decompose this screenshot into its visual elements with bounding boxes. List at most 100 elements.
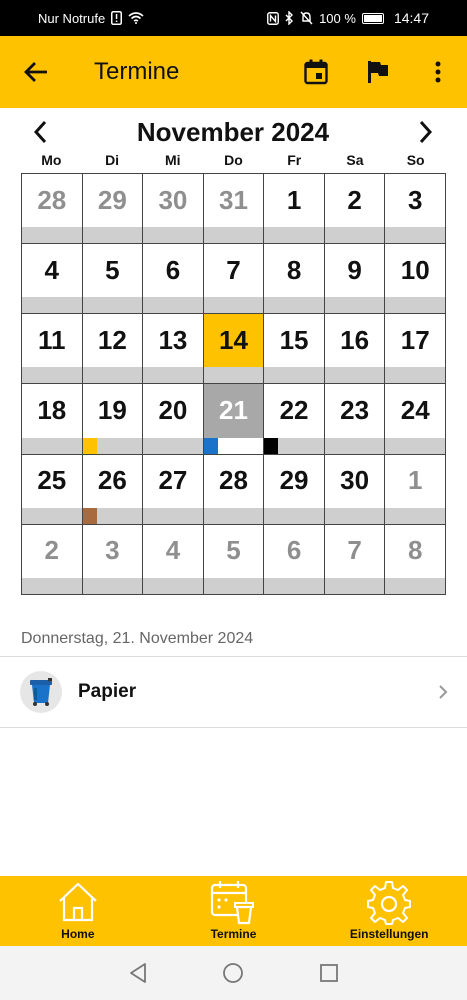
- calendar-day-cell[interactable]: 10: [385, 244, 446, 315]
- calendar-day-cell[interactable]: 5: [203, 524, 265, 595]
- calendar-day-cell[interactable]: 17: [385, 314, 446, 385]
- calendar-day-cell[interactable]: 21: [203, 384, 265, 455]
- calendar-day-cell[interactable]: 13: [143, 314, 204, 385]
- page-title: Termine: [94, 58, 180, 85]
- calendar-day-cell[interactable]: 7: [324, 524, 386, 595]
- day-number: 9: [347, 254, 362, 285]
- calendar-day-cell[interactable]: 2: [22, 524, 83, 595]
- weekday-label: So: [406, 152, 425, 168]
- event-strip: [22, 437, 82, 454]
- system-home-button[interactable]: [213, 953, 253, 993]
- day-number: 15: [279, 324, 309, 355]
- event-strip: [324, 297, 385, 314]
- event-strip: [324, 437, 385, 454]
- day-number: 6: [165, 254, 181, 285]
- back-arrow-icon: [24, 62, 47, 82]
- calendar-day-cell[interactable]: 18: [22, 384, 83, 455]
- day-number: 23: [340, 394, 370, 425]
- calendar-day-cell[interactable]: 23: [324, 384, 386, 455]
- calendar-day-cell[interactable]: 29: [264, 454, 325, 525]
- calendar-day-cell[interactable]: 11: [22, 314, 83, 385]
- calendar-day-cell[interactable]: 7: [203, 244, 265, 315]
- calendar-day-cell[interactable]: 28: [22, 174, 83, 245]
- system-recents-button[interactable]: [309, 953, 349, 993]
- calendar-day-cell[interactable]: 3: [385, 174, 446, 245]
- calendar-today-icon: [304, 59, 328, 85]
- calendar-day-cell[interactable]: 8: [264, 244, 325, 315]
- day-number: 19: [97, 394, 127, 425]
- divider-bottom: [0, 727, 467, 728]
- event-strip: [264, 367, 324, 384]
- calendar-day-cell[interactable]: 6: [143, 244, 204, 315]
- day-number: 2: [44, 535, 60, 566]
- calendar-day-cell[interactable]: 25: [22, 454, 83, 525]
- calendar-day-cell[interactable]: 1: [264, 174, 325, 245]
- tab-home[interactable]: Home: [0, 876, 156, 946]
- bin-avatar: [20, 671, 62, 713]
- today-button[interactable]: [285, 36, 347, 108]
- calendar-day-cell[interactable]: 22: [264, 384, 325, 455]
- calendar-day-cell[interactable]: 24: [385, 384, 446, 455]
- flag-button[interactable]: [347, 36, 409, 108]
- day-number: 14: [219, 324, 248, 355]
- day-number: 25: [37, 465, 67, 496]
- back-button[interactable]: [0, 36, 72, 108]
- event-strip: [264, 227, 324, 244]
- calendar-day-cell[interactable]: 14: [203, 314, 265, 385]
- calendar-day-cell[interactable]: 29: [82, 174, 144, 245]
- app-bar: Termine: [0, 36, 467, 108]
- day-number: 22: [279, 394, 309, 425]
- tab-termine[interactable]: Termine: [156, 876, 312, 946]
- next-month-button[interactable]: [406, 112, 446, 152]
- calendar-day-cell[interactable]: 28: [203, 454, 265, 525]
- day-number: 10: [400, 254, 430, 285]
- calendar-day-cell[interactable]: 26: [82, 454, 144, 525]
- clock: 14:47: [393, 10, 429, 26]
- calendar-day-cell[interactable]: 19: [82, 384, 144, 455]
- weekday-label: Mo: [41, 152, 62, 168]
- day-number: 4: [44, 254, 60, 285]
- event-strip: [22, 507, 82, 524]
- calendar-day-cell[interactable]: 27: [143, 454, 204, 525]
- calendar-day-cell[interactable]: 31: [203, 174, 265, 245]
- event-marker: [82, 507, 97, 524]
- list-item-papier[interactable]: Papier: [0, 657, 467, 727]
- event-strip: [385, 367, 445, 384]
- event-strip: [82, 367, 143, 384]
- system-back-button[interactable]: [118, 953, 158, 993]
- calendar-day-cell[interactable]: 15: [264, 314, 325, 385]
- calendar-day-cell[interactable]: 6: [264, 524, 325, 595]
- event-strip: [203, 297, 264, 314]
- battery-icon: [361, 12, 384, 24]
- calendar-day-cell[interactable]: 1: [385, 454, 446, 525]
- calendar-day-cell[interactable]: 2: [324, 174, 386, 245]
- prev-month-button[interactable]: [20, 112, 60, 152]
- tab-home-label: Home: [61, 927, 95, 941]
- carrier-text: Nur Notrufe: [38, 10, 106, 26]
- calendar-day-cell[interactable]: 16: [324, 314, 386, 385]
- tab-einstellungen[interactable]: Einstellungen: [311, 876, 467, 946]
- calendar-day-cell[interactable]: 30: [143, 174, 204, 245]
- tab-termine-label: Termine: [210, 927, 257, 941]
- weekday-label: Sa: [346, 152, 364, 168]
- calendar-day-cell[interactable]: 8: [385, 524, 446, 595]
- weekday-row: Mo Di Mi Do Fr Sa So: [21, 152, 446, 172]
- calendar-day-cell[interactable]: 3: [82, 524, 144, 595]
- calendar-day-cell[interactable]: 9: [324, 244, 386, 315]
- event-strip: [324, 227, 385, 244]
- system-navigation: [0, 946, 467, 1000]
- calendar-day-cell[interactable]: 4: [22, 244, 83, 315]
- calendar-day-cell[interactable]: 5: [82, 244, 144, 315]
- more-options-button[interactable]: [409, 36, 467, 108]
- calendar-day-cell[interactable]: 30: [324, 454, 386, 525]
- calendar-day-cell[interactable]: 4: [143, 524, 204, 595]
- event-strip: [143, 227, 203, 244]
- status-left: Nur Notrufe: [38, 11, 144, 26]
- calendar-day-cell[interactable]: 20: [143, 384, 204, 455]
- blue-bin-icon: [30, 678, 52, 706]
- event-strip: [385, 227, 445, 244]
- event-marker: [203, 437, 218, 454]
- calendar-grid: 28 29 30 31 1 2 3 4 5 6 7 8 9 10 11 12 13 14 15 16 17 18 19 20 2…: [21, 173, 446, 595]
- calendar-day-cell[interactable]: 12: [82, 314, 144, 385]
- tab-einstellungen-label: Einstellungen: [349, 927, 429, 941]
